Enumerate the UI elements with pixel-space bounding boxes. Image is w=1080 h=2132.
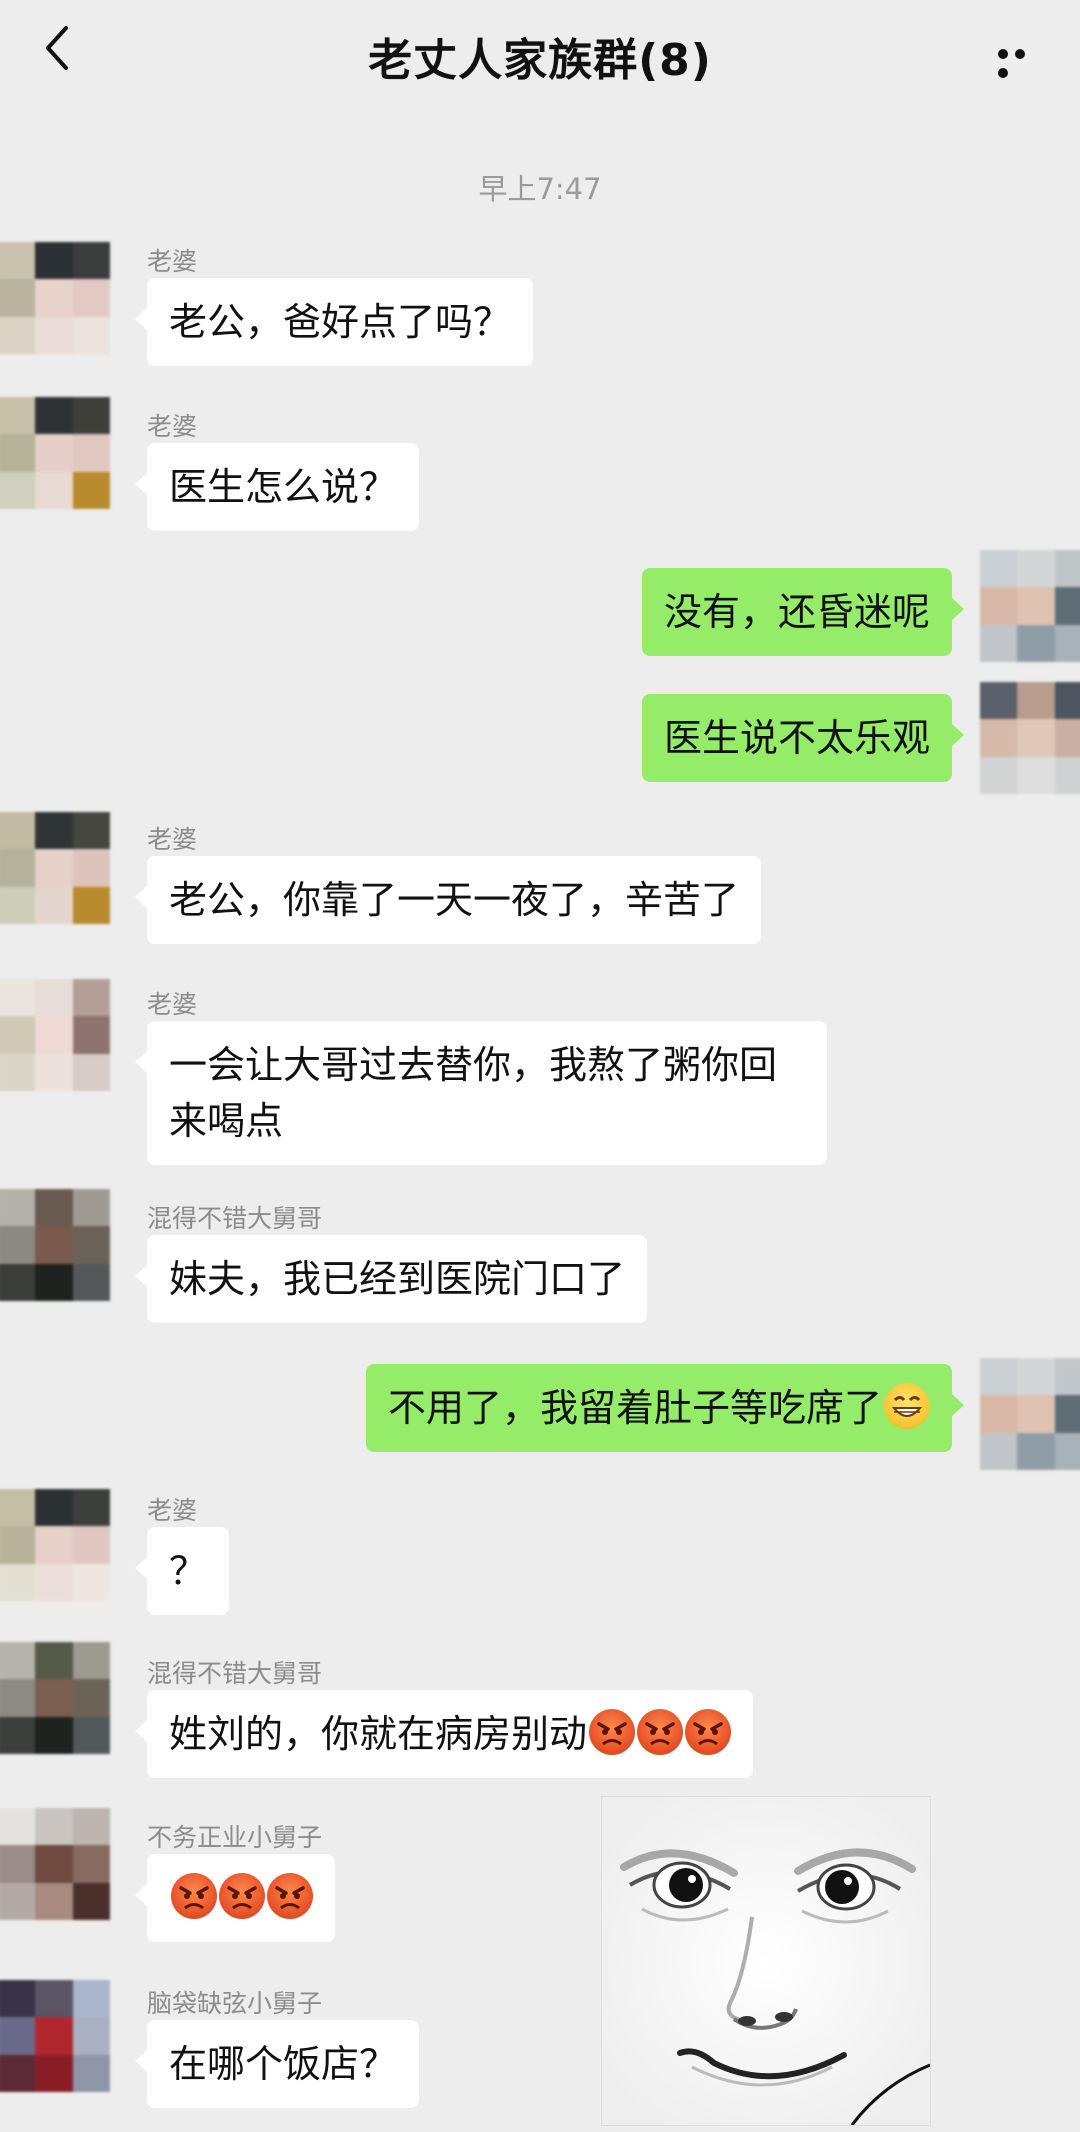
message-bubble[interactable]: 没有，还昏迷呢: [641, 568, 965, 656]
avatar[interactable]: [980, 682, 1080, 794]
sender-name: 老婆: [147, 825, 198, 854]
message-text: 姓刘的，你就在病房别动: [169, 1712, 588, 1756]
sender-name: 混得不错大舅哥: [147, 1204, 323, 1233]
angry-emoji-icon: [171, 1873, 217, 1919]
message-bubble[interactable]: 老公，你靠了一天一夜了，辛苦了: [134, 856, 762, 944]
message-text: 不用了，我留着肚子等吃席了: [387, 1386, 882, 1430]
message-timestamp: 早上7:47: [478, 172, 602, 206]
message-bubble[interactable]: 姓刘的，你就在病房别动: [134, 1690, 754, 1778]
sender-name: 老婆: [147, 990, 198, 1019]
chat-header: 老丈人家族群(8): [0, 0, 1080, 100]
avatar[interactable]: [0, 812, 110, 924]
message-bubble[interactable]: 医生怎么说？: [134, 443, 420, 531]
message-bubble[interactable]: 在哪个饭店？: [134, 2020, 420, 2108]
angry-emoji-icon: [637, 1709, 684, 1755]
message-bubble[interactable]: 一会让大哥过去替你，我熬了粥你回来喝点: [135, 1021, 827, 1165]
meme-sticker-image[interactable]: [601, 1796, 931, 2126]
avatar[interactable]: [0, 1980, 110, 2092]
message-bubble[interactable]: 不用了，我留着肚子等吃席了: [365, 1364, 965, 1452]
avatar[interactable]: [0, 1189, 110, 1301]
sender-name: 老婆: [147, 412, 198, 441]
avatar[interactable]: [980, 550, 1080, 662]
avatar[interactable]: [0, 979, 110, 1091]
avatar[interactable]: [980, 1358, 1080, 1470]
avatar[interactable]: [0, 1489, 110, 1601]
message-bubble[interactable]: [135, 1854, 335, 1942]
grin-emoji-icon: [884, 1383, 930, 1429]
avatar[interactable]: [0, 397, 110, 509]
angry-emoji-icon: [685, 1709, 732, 1755]
sender-name: 混得不错大舅哥: [147, 1659, 323, 1688]
angry-emoji-icon: [589, 1709, 636, 1755]
message-bubble[interactable]: 妹夫，我已经到医院门口了: [134, 1235, 648, 1323]
angry-emoji-icon: [219, 1873, 265, 1919]
avatar[interactable]: [0, 1642, 110, 1754]
sender-name: 老婆: [147, 1496, 198, 1525]
avatar[interactable]: [0, 1808, 110, 1920]
avatar[interactable]: [0, 242, 110, 354]
message-bubble[interactable]: 老公，爸好点了吗？: [134, 278, 534, 366]
message-bubble[interactable]: 医生说不太乐观: [641, 694, 965, 782]
message-bubble[interactable]: ？: [134, 1527, 230, 1615]
chat-title: 老丈人家族群(8): [368, 35, 712, 86]
angry-emoji-icon: [267, 1873, 313, 1919]
sender-name: 脑袋缺弦小舅子: [147, 1989, 323, 2018]
sender-name: 老婆: [147, 247, 198, 276]
sender-name: 不务正业小舅子: [147, 1823, 323, 1852]
more-dots-icon[interactable]: [998, 44, 1046, 78]
